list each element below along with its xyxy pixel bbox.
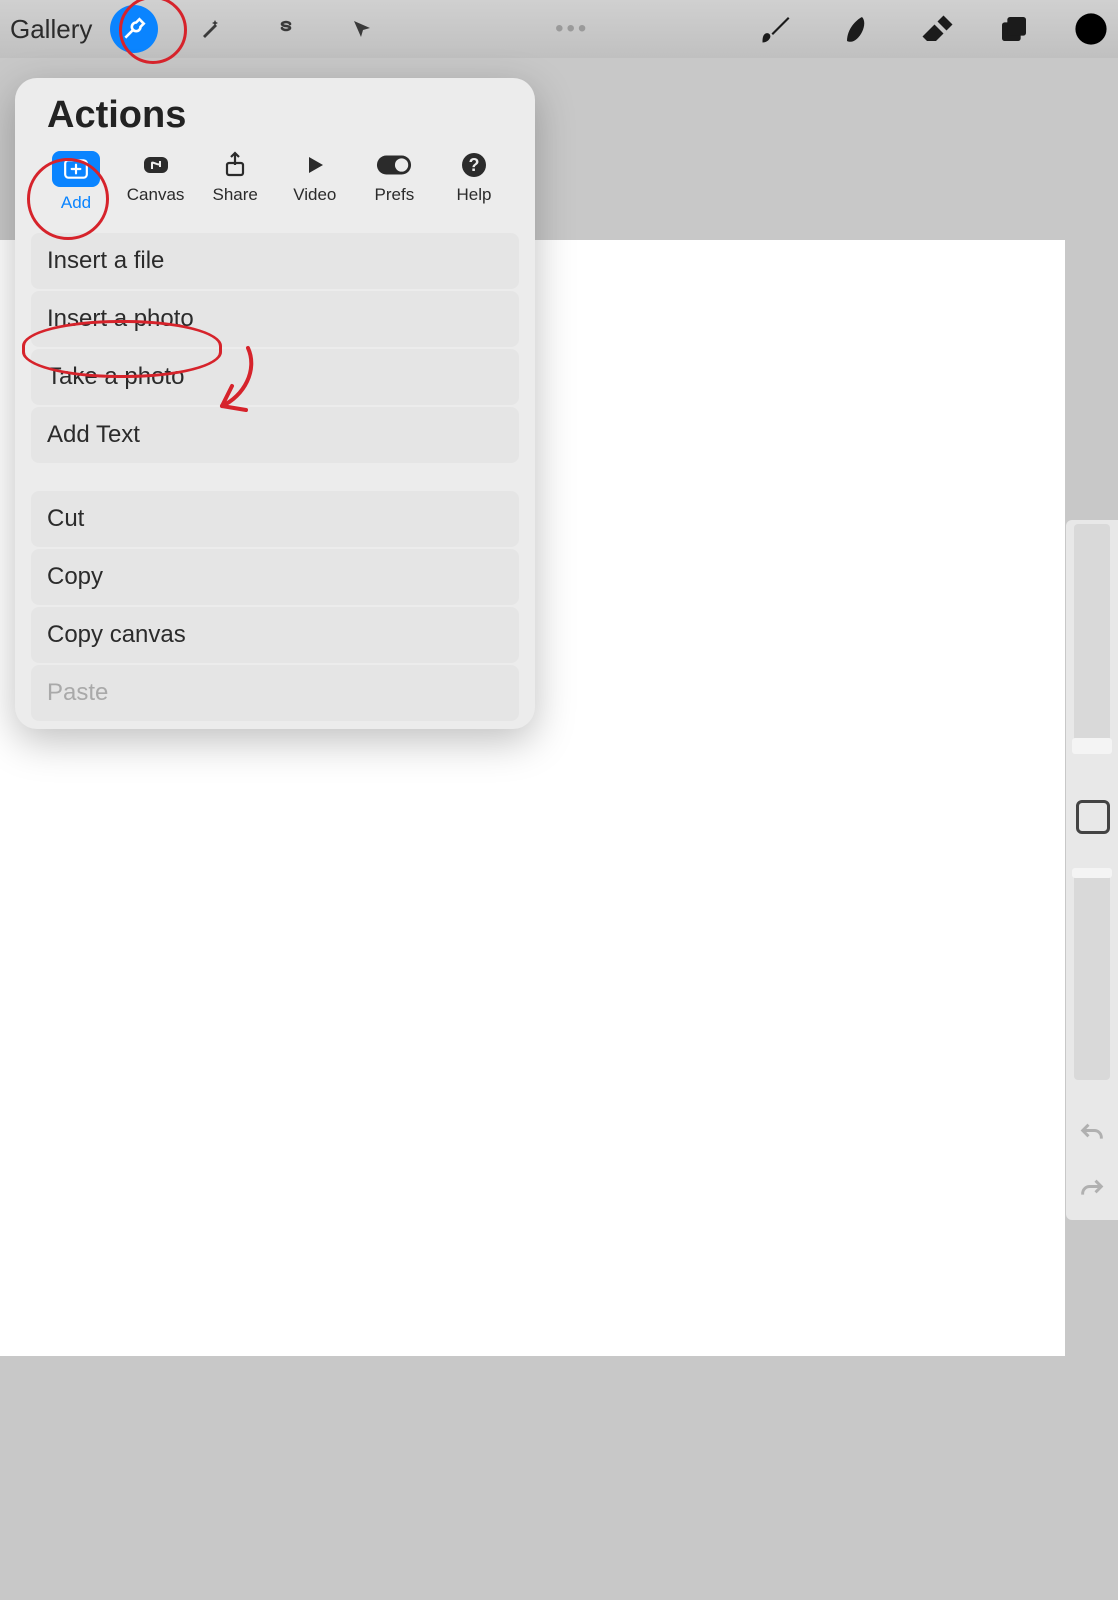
top-left-tools bbox=[110, 5, 386, 53]
action-add-text[interactable]: Add Text bbox=[31, 407, 519, 463]
action-cut[interactable]: Cut bbox=[31, 491, 519, 547]
toggle-icon bbox=[376, 151, 412, 179]
smudge-button[interactable] bbox=[838, 11, 874, 47]
top-toolbar: Gallery ••• bbox=[0, 0, 1118, 58]
brush-opacity-slider[interactable] bbox=[1074, 870, 1110, 1080]
eraser-button[interactable] bbox=[918, 11, 954, 47]
action-paste: Paste bbox=[31, 665, 519, 721]
tab-label: Add bbox=[61, 193, 91, 213]
wrench-icon bbox=[121, 16, 147, 42]
layers-icon bbox=[998, 13, 1030, 45]
canvas-crop-icon bbox=[138, 151, 174, 179]
popover-title: Actions bbox=[15, 92, 535, 151]
color-button[interactable] bbox=[1074, 12, 1108, 46]
eraser-icon bbox=[918, 11, 954, 47]
selection-s-icon bbox=[274, 17, 298, 41]
gallery-button[interactable]: Gallery bbox=[10, 14, 92, 45]
color-circle-icon bbox=[1074, 12, 1108, 46]
transform-button[interactable] bbox=[338, 5, 386, 53]
tab-share[interactable]: Share bbox=[200, 151, 270, 213]
brush-size-slider[interactable] bbox=[1074, 524, 1110, 754]
undo-icon bbox=[1078, 1120, 1106, 1148]
actions-list: Insert a file Insert a photo Take a phot… bbox=[15, 233, 535, 721]
actions-button[interactable] bbox=[110, 5, 158, 53]
undo-button[interactable] bbox=[1078, 1120, 1106, 1153]
redo-icon bbox=[1078, 1176, 1106, 1204]
adjustments-button[interactable] bbox=[186, 5, 234, 53]
app-root: Gallery ••• bbox=[0, 0, 1118, 1600]
magic-wand-icon bbox=[198, 17, 222, 41]
redo-button[interactable] bbox=[1078, 1176, 1106, 1209]
tab-canvas[interactable]: Canvas bbox=[121, 151, 191, 213]
tab-video[interactable]: Video bbox=[280, 151, 350, 213]
action-copy-canvas[interactable]: Copy canvas bbox=[31, 607, 519, 663]
slider-thumb[interactable] bbox=[1072, 868, 1112, 878]
brush-button[interactable] bbox=[758, 11, 794, 47]
svg-text:?: ? bbox=[468, 155, 479, 175]
list-separator bbox=[31, 463, 519, 489]
slider-thumb[interactable] bbox=[1072, 738, 1112, 754]
tab-label: Canvas bbox=[127, 185, 185, 205]
play-icon bbox=[297, 151, 333, 179]
share-icon bbox=[217, 151, 253, 179]
action-copy[interactable]: Copy bbox=[31, 549, 519, 605]
tab-label: Share bbox=[213, 185, 258, 205]
actions-popover: Actions Add Canvas Share bbox=[15, 78, 535, 729]
cursor-arrow-icon bbox=[350, 17, 374, 41]
action-take-photo[interactable]: Take a photo bbox=[31, 349, 519, 405]
smudge-icon bbox=[838, 11, 874, 47]
question-icon: ? bbox=[456, 151, 492, 179]
action-insert-file[interactable]: Insert a file bbox=[31, 233, 519, 289]
tab-label: Video bbox=[293, 185, 336, 205]
tab-add[interactable]: Add bbox=[41, 151, 111, 213]
selection-button[interactable] bbox=[262, 5, 310, 53]
add-image-icon bbox=[52, 151, 100, 187]
modify-handle[interactable]: ••• bbox=[386, 15, 758, 43]
top-right-tools bbox=[758, 11, 1108, 47]
right-sidebar bbox=[1066, 520, 1118, 1220]
actions-tab-row: Add Canvas Share Video bbox=[15, 151, 535, 223]
layers-button[interactable] bbox=[998, 13, 1030, 45]
tab-label: Help bbox=[456, 185, 491, 205]
paintbrush-icon bbox=[758, 11, 794, 47]
modify-button[interactable] bbox=[1076, 800, 1110, 834]
tab-help[interactable]: ? Help bbox=[439, 151, 509, 213]
tab-prefs[interactable]: Prefs bbox=[359, 151, 429, 213]
tab-label: Prefs bbox=[375, 185, 415, 205]
action-insert-photo[interactable]: Insert a photo bbox=[31, 291, 519, 347]
